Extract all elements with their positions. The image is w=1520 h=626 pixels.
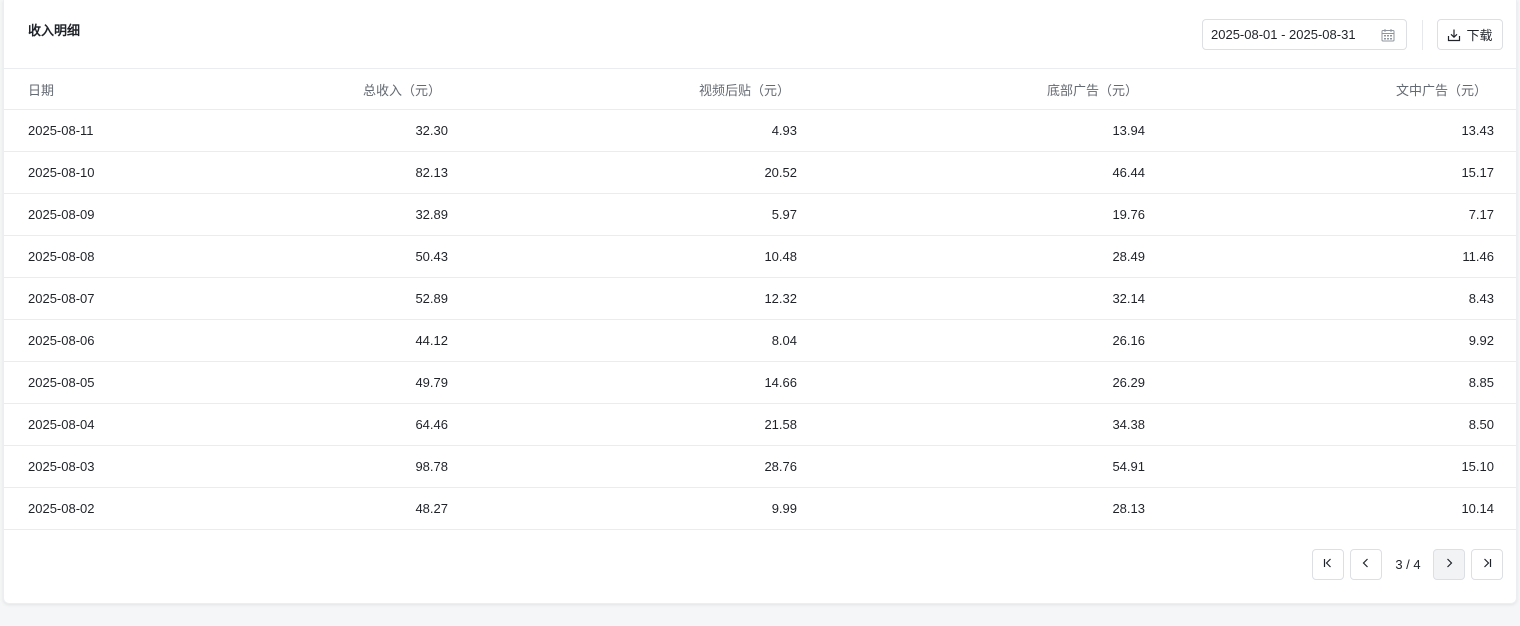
cell-date: 2025-08-08 — [28, 249, 95, 264]
table-row: 2025-08-02 48.27 9.99 28.13 10.14 — [4, 488, 1516, 530]
cell-video: 4.93 — [771, 123, 797, 138]
cell-bottom-ad: 28.13 — [1112, 501, 1145, 516]
last-page-button[interactable] — [1471, 549, 1503, 580]
table-row: 2025-08-10 82.13 20.52 46.44 15.17 — [4, 152, 1516, 194]
prev-page-button[interactable] — [1350, 549, 1382, 580]
cell-date: 2025-08-07 — [28, 291, 95, 306]
cell-bottom-ad: 26.29 — [1112, 375, 1145, 390]
cell-total: 32.30 — [415, 123, 448, 138]
cell-date: 2025-08-10 — [28, 165, 95, 180]
page-title: 收入明细 — [28, 23, 81, 38]
table-row: 2025-08-11 32.30 4.93 13.94 13.43 — [4, 110, 1516, 152]
date-range-picker[interactable]: 2025-08-01 - 2025-08-31 — [1202, 19, 1407, 50]
table-row: 2025-08-08 50.43 10.48 28.49 11.46 — [4, 236, 1516, 278]
cell-video: 28.76 — [764, 459, 797, 474]
column-header-video: 视频后贴（元） — [698, 82, 790, 98]
cell-total: 32.89 — [415, 207, 448, 222]
table-row: 2025-08-06 44.12 8.04 26.16 9.92 — [4, 320, 1516, 362]
header-divider — [1422, 20, 1423, 50]
cell-date: 2025-08-03 — [28, 459, 95, 474]
cell-bottom-ad: 32.14 — [1112, 291, 1145, 306]
cell-inline-ad: 13.43 — [1461, 123, 1494, 138]
table-row: 2025-08-04 64.46 21.58 34.38 8.50 — [4, 404, 1516, 446]
table-header: 日期 总收入（元） 视频后贴（元） 底部广告（元） 文中广告（元） — [4, 69, 1516, 110]
cell-date: 2025-08-11 — [28, 123, 94, 138]
cell-inline-ad: 10.14 — [1461, 501, 1494, 516]
cell-total: 52.89 — [415, 291, 448, 306]
cell-date: 2025-08-05 — [28, 375, 95, 390]
cell-bottom-ad: 26.16 — [1112, 333, 1145, 348]
cell-video: 14.66 — [764, 375, 797, 390]
cell-total: 44.12 — [415, 333, 448, 348]
date-range-value: 2025-08-01 - 2025-08-31 — [1211, 27, 1356, 42]
cell-date: 2025-08-06 — [28, 333, 95, 348]
first-page-button[interactable] — [1312, 549, 1344, 580]
calendar-icon — [1381, 27, 1396, 42]
income-detail-card: 收入明细 2025-08-01 - 2025-08-31 下载 日期 总收入（元… — [3, 0, 1517, 604]
download-icon — [1447, 27, 1462, 42]
cell-bottom-ad: 19.76 — [1112, 207, 1145, 222]
cell-video: 9.99 — [771, 501, 797, 516]
cell-video: 21.58 — [764, 417, 797, 432]
cell-video: 5.97 — [771, 207, 797, 222]
table-row: 2025-08-07 52.89 12.32 32.14 8.43 — [4, 278, 1516, 320]
card-header: 收入明细 2025-08-01 - 2025-08-31 下载 — [4, 0, 1516, 69]
cell-video: 8.04 — [771, 333, 797, 348]
cell-bottom-ad: 46.44 — [1112, 165, 1145, 180]
column-header-bottom-ad: 底部广告（元） — [1046, 82, 1138, 98]
download-label: 下载 — [1466, 28, 1493, 43]
table-row: 2025-08-09 32.89 5.97 19.76 7.17 — [4, 194, 1516, 236]
pagination: 3 / 4 — [4, 549, 1516, 581]
cell-total: 49.79 — [415, 375, 448, 390]
cell-total: 82.13 — [415, 165, 448, 180]
cell-inline-ad: 9.92 — [1468, 333, 1494, 348]
cell-inline-ad: 8.43 — [1468, 291, 1494, 306]
cell-bottom-ad: 54.91 — [1112, 459, 1145, 474]
cell-date: 2025-08-09 — [28, 207, 95, 222]
first-page-icon — [1322, 556, 1334, 574]
table-body: 2025-08-11 32.30 4.93 13.94 13.43 2025-08-10 8… — [4, 110, 1516, 530]
cell-inline-ad: 15.10 — [1461, 459, 1494, 474]
last-page-icon — [1481, 556, 1493, 574]
income-table: 日期 总收入（元） 视频后贴（元） 底部广告（元） 文中广告（元） 2025-0… — [4, 69, 1516, 530]
cell-total: 48.27 — [415, 501, 448, 516]
prev-page-icon — [1360, 556, 1372, 574]
cell-inline-ad: 8.50 — [1468, 417, 1494, 432]
cell-total: 98.78 — [415, 459, 448, 474]
cell-inline-ad: 7.17 — [1468, 207, 1494, 222]
cell-inline-ad: 8.85 — [1468, 375, 1494, 390]
cell-date: 2025-08-04 — [28, 417, 95, 432]
cell-video: 12.32 — [764, 291, 797, 306]
page-indicator: 3 / 4 — [1395, 557, 1421, 572]
cell-inline-ad: 15.17 — [1461, 165, 1494, 180]
table-row: 2025-08-05 49.79 14.66 26.29 8.85 — [4, 362, 1516, 404]
cell-bottom-ad: 13.94 — [1112, 123, 1145, 138]
cell-video: 10.48 — [764, 249, 797, 264]
cell-total: 50.43 — [415, 249, 448, 264]
next-page-icon — [1443, 556, 1455, 574]
cell-date: 2025-08-02 — [28, 501, 95, 516]
cell-inline-ad: 11.46 — [1462, 249, 1494, 264]
column-header-date: 日期 — [28, 82, 55, 98]
cell-bottom-ad: 28.49 — [1112, 249, 1145, 264]
download-button[interactable]: 下载 — [1437, 19, 1503, 50]
column-header-inline-ad: 文中广告（元） — [1395, 82, 1487, 98]
table-row: 2025-08-03 98.78 28.76 54.91 15.10 — [4, 446, 1516, 488]
cell-total: 64.46 — [415, 417, 448, 432]
next-page-button[interactable] — [1433, 549, 1465, 580]
cell-bottom-ad: 34.38 — [1112, 417, 1145, 432]
column-header-total: 总收入（元） — [362, 82, 441, 98]
cell-video: 20.52 — [764, 165, 797, 180]
